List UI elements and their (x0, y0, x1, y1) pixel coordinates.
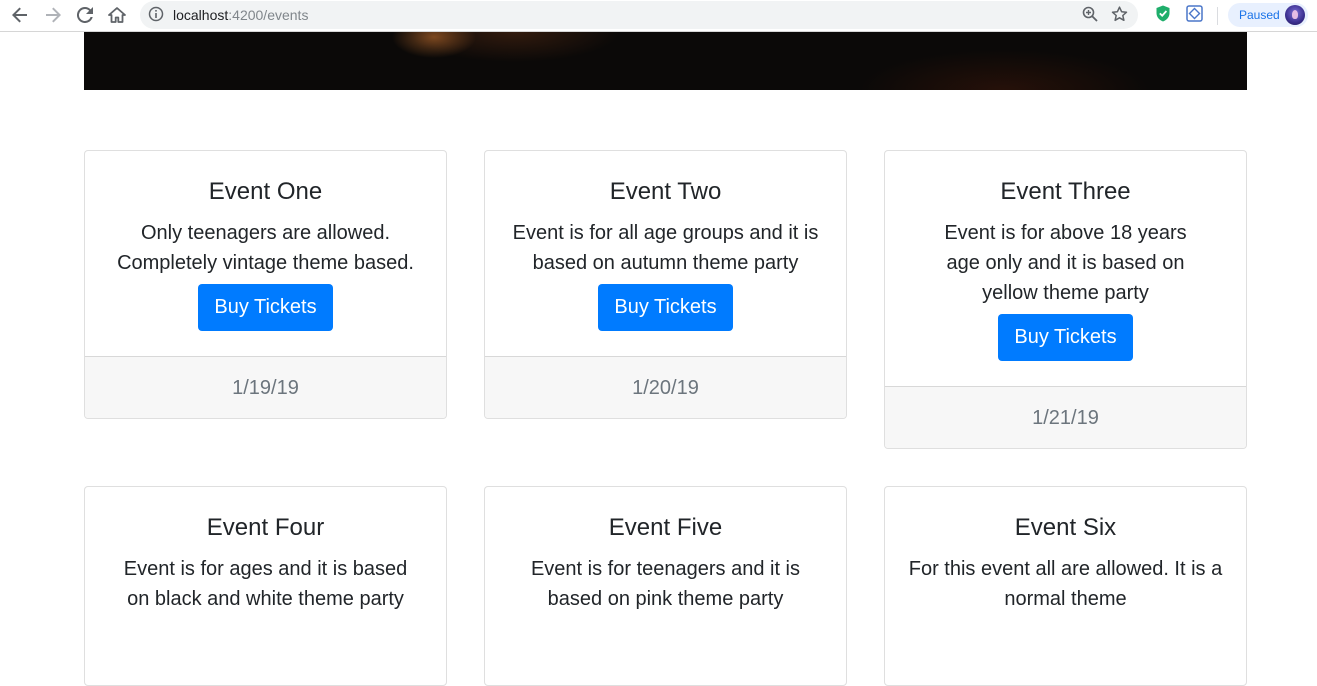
event-date: 1/21/19 (885, 386, 1246, 448)
toolbar-divider (1217, 7, 1218, 25)
card-body: Event Six For this event all are allowed… (885, 487, 1246, 639)
event-card: Event Two Event is for all age groups an… (484, 150, 847, 419)
event-description: Event is for all age groups and it is ba… (512, 222, 819, 274)
card-body: Event One Only teenagers are allowed. Co… (85, 151, 446, 356)
shield-extension-icon[interactable] (1155, 5, 1171, 27)
url-path: :4200/events (228, 7, 309, 23)
reload-icon (77, 7, 93, 23)
reload-button[interactable] (73, 4, 97, 26)
buy-tickets-button[interactable]: Buy Tickets (998, 314, 1133, 361)
hero-image (84, 32, 1247, 90)
event-card: Event One Only teenagers are allowed. Co… (84, 150, 447, 419)
card-body: Event Three Event is for above 18 years … (885, 151, 1246, 386)
buy-tickets-button[interactable]: Buy Tickets (598, 284, 733, 331)
event-description: Only teenagers are allowed. Completely v… (117, 222, 414, 274)
event-date: 1/20/19 (485, 356, 846, 418)
event-card: Event Three Event is for above 18 years … (884, 150, 1247, 449)
profile-button[interactable]: Paused (1228, 3, 1308, 27)
site-info-icon[interactable] (148, 6, 164, 27)
event-description: Event is for ages and it is based on bla… (123, 558, 408, 610)
event-card: Event Four Event is for ages and it is b… (84, 486, 447, 686)
extension-icon[interactable] (1186, 5, 1203, 27)
zoom-icon[interactable] (1082, 6, 1098, 27)
forward-arrow-icon (46, 7, 61, 23)
event-description: Event is for teenagers and it is based o… (530, 558, 801, 610)
event-description: For this event all are allowed. It is a … (908, 558, 1223, 610)
event-title: Event Four (206, 514, 325, 541)
browser-toolbar: localhost:4200/events Paused (0, 0, 1317, 32)
event-date: 1/19/19 (85, 356, 446, 418)
card-body: Event Five Event is for teenagers and it… (485, 487, 846, 639)
card-body: Event Four Event is for ages and it is b… (85, 487, 446, 639)
event-title: Event Five (608, 514, 723, 541)
home-button[interactable] (105, 4, 129, 26)
card-body: Event Two Event is for all age groups an… (485, 151, 846, 356)
home-icon (108, 7, 126, 23)
forward-button[interactable] (41, 4, 65, 26)
url-host: localhost (173, 7, 229, 23)
profile-status: Paused (1239, 8, 1280, 22)
address-bar[interactable]: localhost:4200/events (140, 1, 1138, 29)
url-text[interactable]: localhost:4200/events (173, 7, 308, 23)
event-title: Event Three (1000, 178, 1131, 205)
event-card: Event Six For this event all are allowed… (884, 486, 1247, 686)
event-title: Event Two (609, 178, 722, 205)
event-title: Event One (208, 178, 323, 205)
avatar (1285, 5, 1305, 25)
event-title: Event Six (1014, 514, 1117, 541)
bookmark-star-icon[interactable] (1111, 6, 1128, 27)
back-arrow-icon (12, 7, 27, 23)
event-card: Event Five Event is for teenagers and it… (484, 486, 847, 686)
event-description: Event is for above 18 years age only and… (944, 222, 1187, 304)
back-button[interactable] (8, 4, 32, 26)
buy-tickets-button[interactable]: Buy Tickets (198, 284, 333, 331)
